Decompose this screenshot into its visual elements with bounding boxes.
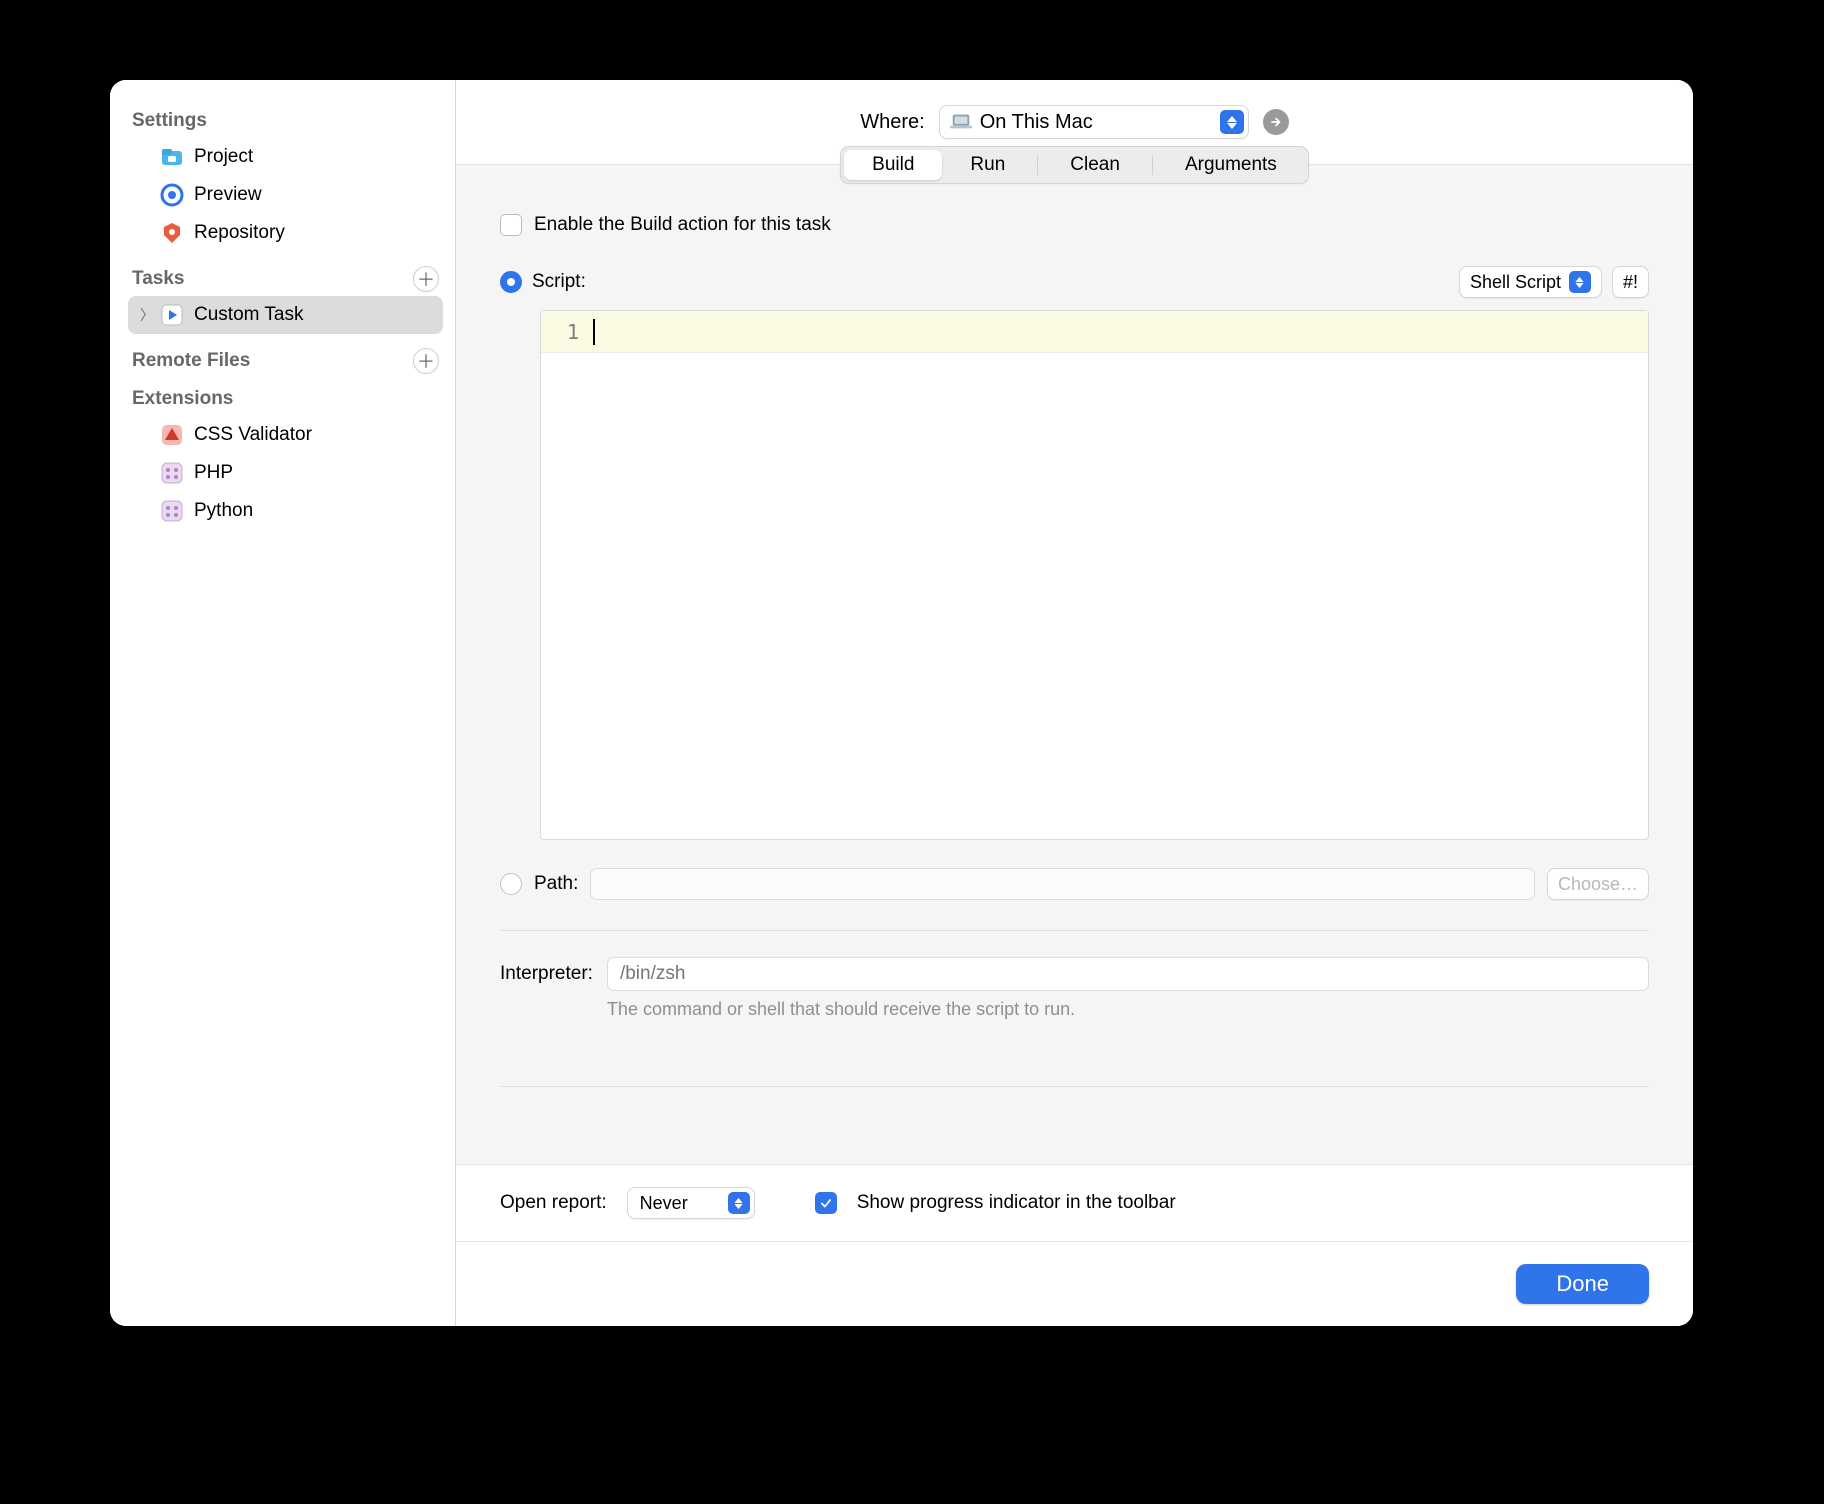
tab-build[interactable]: Build — [844, 150, 942, 180]
where-go-button[interactable] — [1263, 109, 1289, 135]
folder-icon — [160, 145, 184, 169]
show-progress-label: Show progress indicator in the toolbar — [857, 1192, 1176, 1214]
css-validator-icon — [160, 423, 184, 447]
sidebar: Settings Project Preview Repository Task… — [110, 80, 456, 1326]
chevron-right-icon: 〉 — [140, 305, 154, 325]
tab-clean[interactable]: Clean — [1042, 150, 1148, 180]
play-task-icon — [160, 303, 184, 327]
sidebar-item-label: CSS Validator — [194, 424, 312, 446]
add-task-button[interactable]: ＋ — [413, 266, 439, 292]
path-input[interactable] — [590, 868, 1535, 900]
open-report-value: Never — [640, 1193, 688, 1214]
report-bar: Open report: Never Show progress indicat… — [456, 1164, 1693, 1241]
repository-icon — [160, 221, 184, 245]
line-number: 1 — [541, 320, 589, 344]
sidebar-item-label: Repository — [194, 222, 285, 244]
preview-target-icon — [160, 183, 184, 207]
open-report-label: Open report: — [500, 1192, 607, 1214]
script-type-value: Shell Script — [1470, 272, 1561, 293]
enable-build-checkbox[interactable] — [500, 214, 522, 236]
sidebar-section-settings: Settings — [132, 110, 439, 132]
sidebar-item-repository[interactable]: Repository — [128, 214, 443, 252]
divider — [500, 1086, 1649, 1087]
sidebar-item-css-validator[interactable]: CSS Validator — [128, 416, 443, 454]
updown-caret-icon — [728, 1192, 750, 1214]
show-progress-checkbox[interactable] — [815, 1192, 837, 1214]
script-label: Script: — [532, 271, 586, 293]
sidebar-item-php[interactable]: PHP — [128, 454, 443, 492]
sidebar-item-label: Python — [194, 500, 253, 522]
interpreter-label: Interpreter: — [500, 957, 593, 985]
sidebar-item-label: Project — [194, 146, 253, 168]
sidebar-item-label: PHP — [194, 462, 233, 484]
script-radio[interactable] — [500, 271, 522, 293]
content-area: Build Run Clean Arguments Enable the Bui… — [456, 164, 1693, 1326]
script-editor[interactable]: 1 — [540, 310, 1649, 840]
updown-caret-icon — [1569, 271, 1591, 293]
divider — [500, 930, 1649, 931]
task-action-tabs: Build Run Clean Arguments — [840, 146, 1309, 184]
add-remote-button[interactable]: ＋ — [413, 348, 439, 374]
script-type-select[interactable]: Shell Script — [1459, 266, 1602, 298]
updown-caret-icon — [1220, 110, 1244, 134]
path-radio[interactable] — [500, 873, 522, 895]
tab-arguments[interactable]: Arguments — [1157, 150, 1305, 180]
sidebar-section-extensions: Extensions — [132, 388, 439, 410]
main-panel: Where: On This Mac Build Run — [456, 80, 1693, 1326]
sidebar-item-python[interactable]: Python — [128, 492, 443, 530]
choose-button[interactable]: Choose… — [1547, 868, 1649, 900]
php-icon — [160, 461, 184, 485]
shebang-button[interactable]: #! — [1612, 266, 1649, 298]
where-select[interactable]: On This Mac — [939, 105, 1249, 139]
where-label: Where: — [860, 111, 924, 134]
sidebar-item-label: Preview — [194, 184, 262, 206]
done-button[interactable]: Done — [1516, 1264, 1649, 1304]
sidebar-section-remote: Remote Files — [132, 350, 250, 372]
editor-line: 1 — [541, 311, 1648, 353]
interpreter-hint: The command or shell that should receive… — [607, 999, 1649, 1020]
open-report-select[interactable]: Never — [627, 1187, 755, 1219]
sidebar-item-project[interactable]: Project — [128, 138, 443, 176]
path-label: Path: — [534, 873, 578, 895]
laptop-icon — [950, 114, 972, 130]
settings-window: Settings Project Preview Repository Task… — [110, 80, 1693, 1326]
text-cursor — [593, 319, 595, 345]
where-value: On This Mac — [980, 111, 1212, 134]
sidebar-item-preview[interactable]: Preview — [128, 176, 443, 214]
tab-run[interactable]: Run — [942, 150, 1033, 180]
sidebar-section-tasks: Tasks — [132, 268, 184, 290]
enable-build-label: Enable the Build action for this task — [534, 214, 831, 236]
interpreter-input[interactable] — [607, 957, 1649, 991]
python-icon — [160, 499, 184, 523]
footer: Done — [456, 1241, 1693, 1326]
sidebar-item-custom-task[interactable]: 〉 Custom Task — [128, 296, 443, 334]
sidebar-item-label: Custom Task — [194, 304, 303, 326]
